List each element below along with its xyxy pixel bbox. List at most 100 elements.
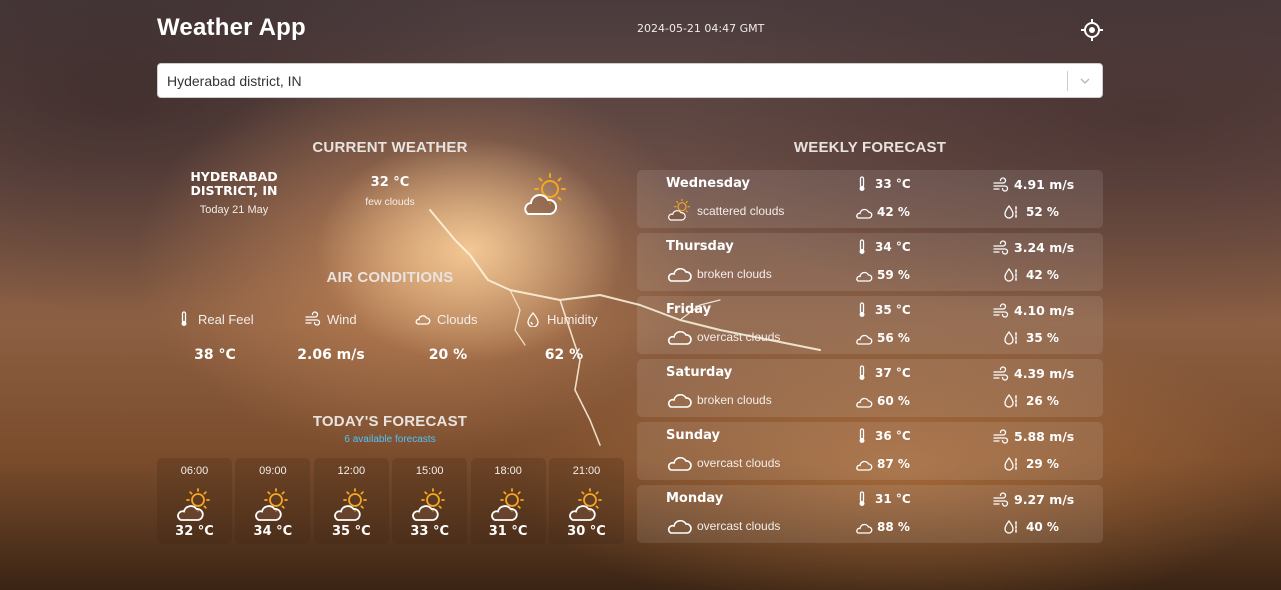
hourly-forecast-card: 06:00 32 °C: [157, 458, 232, 544]
cloud-icon: [667, 324, 693, 348]
sun-cloud-icon: [568, 487, 606, 523]
air-value-wind: 2.06 m/s: [297, 347, 365, 363]
cloud-icon: [855, 331, 873, 345]
app-title: Weather App: [157, 14, 306, 41]
hourly-time: 21:00: [572, 465, 601, 477]
thermometer-icon: [181, 311, 187, 326]
forecast-humidity: 52 %: [1026, 205, 1059, 219]
hourly-time: 06:00: [180, 465, 209, 477]
hourly-forecast-card: 09:00 34 °C: [235, 458, 311, 544]
chevron-down-icon[interactable]: [1078, 73, 1092, 87]
forecast-clouds: 87 %: [877, 457, 910, 471]
todays-forecast-title: TODAY'S FORECAST: [312, 413, 468, 430]
humidity-icon: [1003, 266, 1019, 283]
cloud-icon: [667, 261, 693, 285]
air-value-real-feel: 38 °C: [194, 347, 236, 363]
forecast-day: Thursday: [666, 239, 734, 254]
hourly-forecast-card: 15:00 33 °C: [392, 458, 468, 544]
current-datetime: 2024-05-21 04:47 GMT: [637, 22, 765, 35]
forecast-clouds: 59 %: [877, 268, 910, 282]
thermometer-icon: [855, 491, 869, 507]
air-real-feel: Real Feel: [176, 311, 254, 327]
wind-icon: [993, 366, 1009, 382]
wind-icon: [993, 303, 1009, 319]
humidity-icon: [1003, 203, 1019, 220]
search-value: Hyderabad district, IN: [167, 73, 302, 89]
forecast-temperature: 33 °C: [875, 177, 911, 191]
crosshair-icon[interactable]: [1080, 18, 1104, 42]
forecast-clouds: 88 %: [877, 520, 910, 534]
forecast-wind: 5.88 m/s: [1014, 429, 1075, 444]
cloud-icon: [667, 513, 693, 537]
sun-cloud-icon: [333, 487, 371, 523]
forecast-description: overcast clouds: [697, 330, 781, 344]
air-conditions-title: AIR CONDITIONS: [326, 269, 454, 286]
thermometer-icon: [855, 239, 869, 255]
thermometer-icon: [855, 428, 869, 444]
wind-icon: [993, 240, 1009, 256]
humidity-icon: [1003, 392, 1019, 409]
forecast-description: broken clouds: [697, 267, 772, 281]
city-search-select[interactable]: Hyderabad district, IN: [157, 63, 1103, 98]
forecast-temperature: 36 °C: [875, 429, 911, 443]
forecast-day: Sunday: [666, 428, 721, 443]
thermometer-icon: [855, 176, 869, 192]
sun-cloud-icon: [490, 487, 528, 523]
air-clouds: Clouds: [415, 311, 477, 327]
weekly-forecast-row: Saturday broken clouds 37 °C 60 % 4.39 m…: [637, 359, 1103, 417]
hourly-time: 12:00: [337, 465, 366, 477]
forecast-description: overcast clouds: [697, 456, 781, 470]
air-value-humidity: 62 %: [544, 347, 584, 363]
hourly-time: 18:00: [494, 465, 522, 477]
forecast-day: Monday: [666, 491, 724, 506]
forecast-humidity: 42 %: [1026, 268, 1059, 282]
current-temperature: 32 °C: [370, 175, 410, 190]
thermometer-icon: [855, 302, 869, 318]
air-label: Wind: [327, 311, 357, 327]
weekly-forecast-title: WEEKLY FORECAST: [793, 139, 947, 156]
forecast-temperature: 35 °C: [875, 303, 911, 317]
sun-cloud-icon: [520, 172, 570, 218]
air-value-clouds: 20 %: [428, 347, 468, 363]
hourly-temperature: 35 °C: [331, 524, 371, 539]
forecast-clouds: 56 %: [877, 331, 910, 345]
cloud-icon: [667, 450, 693, 474]
wind-icon: [993, 429, 1009, 445]
sun-cloud-icon: [254, 487, 292, 523]
forecast-wind: 9.27 m/s: [1014, 492, 1075, 507]
air-humidity: Humidity: [525, 311, 598, 327]
current-date: Today 21 May: [199, 204, 269, 216]
cloud-icon: [415, 315, 431, 325]
forecast-humidity: 40 %: [1026, 520, 1059, 534]
hourly-forecast-card: 21:00 30 °C: [549, 458, 624, 544]
thermometer-icon: [855, 365, 869, 381]
weekly-forecast-row: Wednesday scattered clouds 33 °C 42 % 4.…: [637, 170, 1103, 228]
humidity-icon: [1003, 518, 1019, 535]
current-weather-title: CURRENT WEATHER: [312, 139, 468, 156]
humidity-icon: [527, 311, 539, 327]
forecast-temperature: 37 °C: [875, 366, 911, 380]
forecast-day: Friday: [666, 302, 712, 317]
forecast-day: Saturday: [666, 365, 733, 380]
cloud-icon: [855, 268, 873, 282]
forecast-clouds: 42 %: [877, 205, 910, 219]
forecast-humidity: 35 %: [1026, 331, 1059, 345]
hourly-time: 15:00: [415, 465, 444, 477]
forecast-humidity: 29 %: [1026, 457, 1059, 471]
forecast-description: overcast clouds: [697, 519, 781, 533]
cloud-icon: [855, 457, 873, 471]
air-label: Humidity: [547, 311, 598, 327]
forecast-temperature: 34 °C: [875, 240, 911, 254]
forecast-wind: 4.10 m/s: [1014, 303, 1075, 318]
forecast-wind: 4.91 m/s: [1014, 177, 1075, 192]
hourly-time: 09:00: [259, 465, 287, 477]
sun-cloud-icon: [411, 487, 449, 523]
cloud-icon: [855, 205, 873, 219]
humidity-icon: [1003, 455, 1019, 472]
sun-cloud-icon: [667, 198, 693, 222]
forecast-count: 6 available forecasts: [344, 434, 436, 445]
hourly-temperature: 33 °C: [410, 524, 450, 539]
forecast-humidity: 26 %: [1026, 394, 1059, 408]
wind-icon: [305, 311, 321, 326]
hourly-forecast-card: 12:00 35 °C: [313, 458, 389, 544]
